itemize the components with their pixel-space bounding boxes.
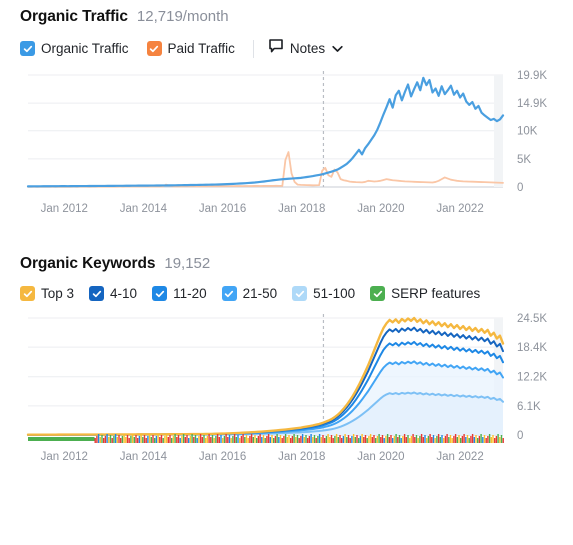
svg-text:0: 0: [517, 182, 523, 194]
svg-text:6.1K: 6.1K: [517, 401, 541, 413]
legend-label: 51-100: [313, 286, 356, 301]
x-axis-tick: Jan 2018: [278, 203, 326, 215]
legend-label: 4-10: [110, 286, 138, 301]
organic-traffic-plot[interactable]: 0 5K 10K 14.9K 19.9K: [20, 69, 573, 197]
x-axis-tick: Jan 2020: [357, 451, 405, 463]
svg-text:5K: 5K: [517, 154, 531, 166]
svg-text:19.9K: 19.9K: [517, 70, 547, 82]
checkbox-checked-icon[interactable]: [20, 41, 35, 56]
chevron-down-icon[interactable]: [332, 40, 343, 58]
checkbox-checked-icon[interactable]: [146, 41, 162, 56]
checkbox-checked-icon[interactable]: [152, 286, 168, 301]
organic-traffic-header: Organic Traffic 12,719/month: [20, 8, 573, 26]
checkbox-checked-icon[interactable]: [20, 286, 35, 301]
legend-label: Organic Traffic: [41, 41, 129, 56]
legend-organic-traffic[interactable]: Organic Traffic: [20, 41, 129, 56]
notes-label: Notes: [289, 41, 326, 56]
organic-keywords-header: Organic Keywords 19,152: [20, 255, 573, 273]
organic-traffic-x-axis: Jan 2012 Jan 2014 Jan 2016 Jan 2018 Jan 2020…: [20, 199, 573, 219]
x-axis-tick: Jan 2012: [40, 203, 88, 215]
checkbox-checked-icon[interactable]: [292, 286, 308, 301]
organic-keywords-plot[interactable]: 0 6.1K 12.2K 18.4K 24.5K: [20, 312, 573, 445]
speech-bubble-icon: [269, 39, 283, 58]
svg-text:18.4K: 18.4K: [517, 342, 547, 354]
x-axis-tick: Jan 2014: [119, 203, 168, 215]
svg-text:0: 0: [517, 430, 523, 442]
notes-dropdown[interactable]: Notes: [269, 39, 343, 58]
x-axis-tick: Jan 2022: [436, 203, 484, 215]
organic-keywords-x-axis: Jan 2012 Jan 2014 Jan 2016 Jan 2018 Jan 2020…: [20, 447, 573, 467]
x-axis-tick: Jan 2014: [119, 451, 168, 463]
svg-text:12.2K: 12.2K: [517, 372, 547, 384]
svg-text:14.9K: 14.9K: [517, 98, 547, 110]
x-axis-tick: Jan 2018: [278, 451, 326, 463]
organic-keywords-legend: Top 3 4-10 11-20 21-50 51-100 SERP featu…: [20, 286, 573, 301]
legend-label: SERP features: [391, 286, 481, 301]
legend-top-3[interactable]: Top 3: [20, 286, 74, 301]
svg-text:24.5K: 24.5K: [517, 313, 547, 325]
x-axis-tick: Jan 2022: [436, 451, 484, 463]
legend-label: 11-20: [173, 286, 207, 301]
organic-keywords-title: Organic Keywords: [20, 255, 156, 272]
x-axis-tick: Jan 2016: [198, 203, 247, 215]
organic-traffic-title: Organic Traffic: [20, 8, 128, 25]
legend-label: 21-50: [242, 286, 278, 301]
svg-text:10K: 10K: [517, 126, 538, 138]
organic-keywords-value: 19,152: [164, 255, 211, 272]
x-axis-tick: Jan 2016: [198, 451, 247, 463]
organic-traffic-legend: Organic Traffic Paid Traffic Notes: [20, 39, 573, 58]
legend-4-10[interactable]: 4-10: [89, 286, 137, 301]
legend-21-50[interactable]: 21-50: [221, 286, 278, 301]
legend-divider: [252, 39, 254, 58]
analytics-panel: Organic Traffic 12,719/month Organic Tra…: [0, 8, 573, 467]
organic-traffic-value: 12,719/month: [136, 8, 229, 25]
x-axis-tick: Jan 2020: [357, 203, 405, 215]
organic-keywords-chart[interactable]: 0 6.1K 12.2K 18.4K 24.5K Jan 2012 Jan 2014 Jan…: [20, 312, 573, 467]
legend-serp-features[interactable]: SERP features: [370, 286, 480, 301]
organic-traffic-chart[interactable]: 0 5K 10K 14.9K 19.9K Jan 2012 Jan 2014 Jan 201…: [20, 69, 573, 219]
legend-51-100[interactable]: 51-100: [292, 286, 355, 301]
checkbox-checked-icon[interactable]: [89, 286, 105, 301]
legend-label: Paid Traffic: [167, 41, 235, 56]
x-axis-tick: Jan 2012: [40, 451, 88, 463]
checkbox-checked-icon[interactable]: [221, 286, 237, 301]
legend-label: Top 3: [41, 286, 75, 301]
legend-11-20[interactable]: 11-20: [152, 286, 207, 301]
legend-paid-traffic[interactable]: Paid Traffic: [146, 41, 235, 56]
checkbox-checked-icon[interactable]: [370, 286, 386, 301]
